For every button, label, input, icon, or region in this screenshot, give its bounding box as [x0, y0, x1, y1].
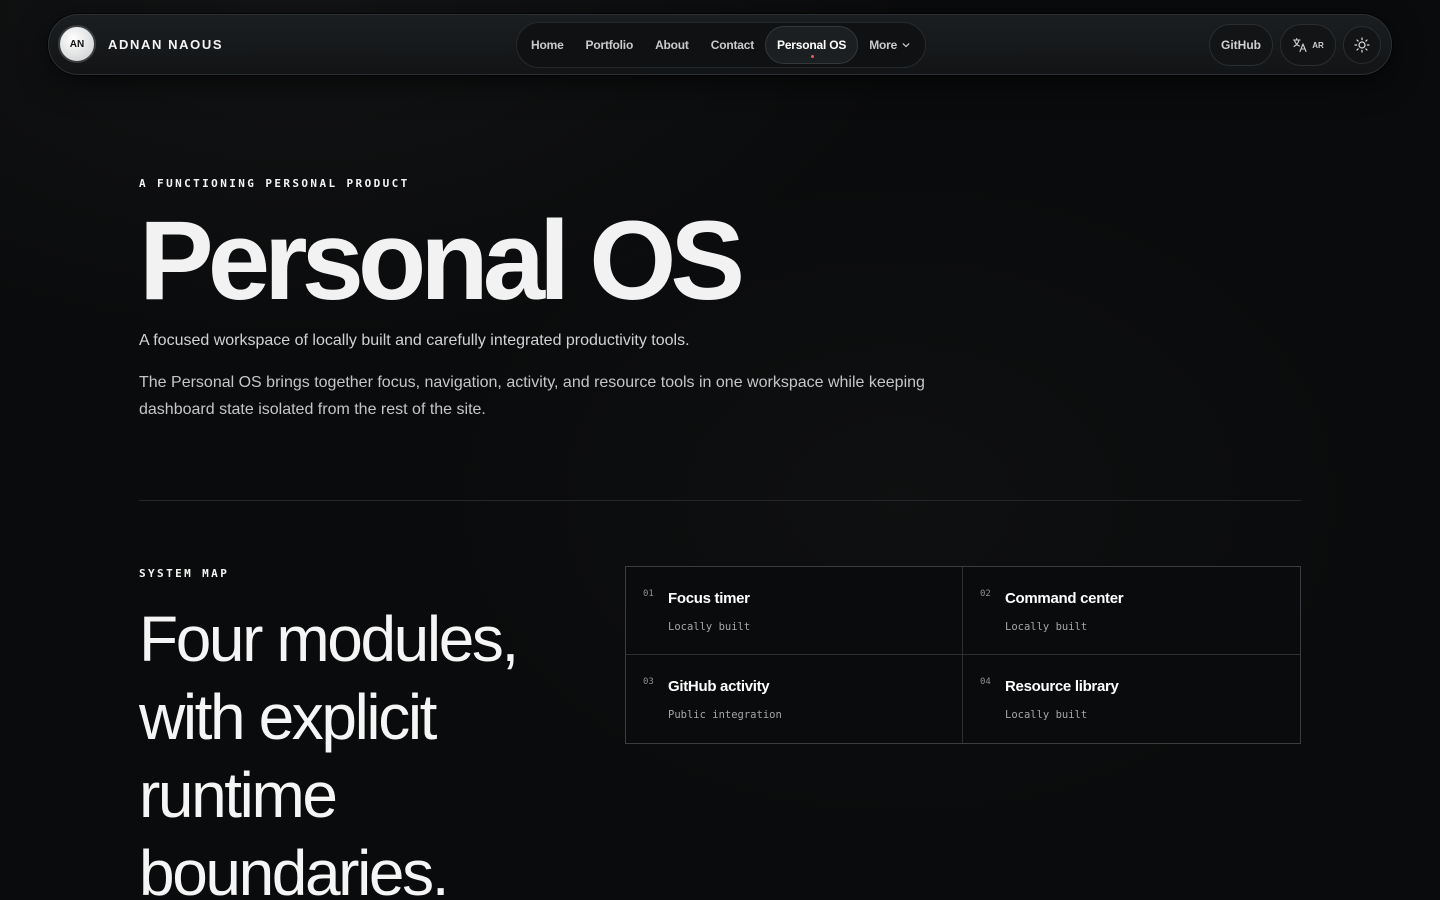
nav-about[interactable]: About: [644, 26, 700, 64]
chevron-down-icon: [902, 43, 910, 48]
section-divider: [139, 500, 1301, 501]
nav-personal-os[interactable]: Personal OS: [765, 26, 859, 64]
module-card-command-center[interactable]: 02 Command center Locally built: [963, 567, 1300, 655]
sun-icon: [1354, 37, 1370, 53]
nav-more-dropdown[interactable]: More: [858, 26, 921, 64]
module-title: Command center: [1005, 590, 1124, 607]
module-number: 02: [980, 589, 991, 599]
module-card-github-activity[interactable]: 03 GitHub activity Public integration: [626, 655, 963, 743]
system-map-eyebrow: SYSTEM MAP: [139, 567, 230, 580]
module-source: Locally built: [1005, 709, 1088, 721]
language-toggle-button[interactable]: AR: [1280, 24, 1336, 66]
top-navbar: AN ADNAN NAOUS Home Portfolio About Cont…: [48, 14, 1392, 75]
nav-more-label: More: [869, 38, 898, 52]
brand-link[interactable]: AN ADNAN NAOUS: [58, 25, 223, 63]
nav-portfolio[interactable]: Portfolio: [575, 26, 645, 64]
header-controls: GitHub AR: [1209, 24, 1381, 66]
module-number: 03: [643, 677, 654, 687]
theme-toggle-button[interactable]: [1343, 26, 1381, 64]
page-title: Personal OS: [139, 198, 745, 323]
module-number: 01: [643, 589, 654, 599]
module-source: Locally built: [668, 621, 751, 633]
hero-description: The Personal OS brings together focus, n…: [139, 374, 925, 418]
module-card-resource-library[interactable]: 04 Resource library Locally built: [963, 655, 1300, 743]
hero-eyebrow: A FUNCTIONING PERSONAL PRODUCT: [139, 177, 410, 190]
system-map-title: Four modules, with explicit runtime boun…: [139, 603, 519, 900]
github-label: GitHub: [1221, 38, 1261, 52]
module-source: Locally built: [1005, 621, 1088, 633]
github-button[interactable]: GitHub: [1209, 24, 1273, 66]
module-title: GitHub activity: [668, 678, 770, 695]
module-source: Public integration: [668, 709, 782, 721]
language-label: AR: [1312, 40, 1324, 50]
brand-name: ADNAN NAOUS: [108, 36, 224, 52]
translate-icon: [1293, 37, 1307, 53]
module-card-focus-timer[interactable]: 01 Focus timer Locally built: [626, 567, 963, 655]
nav-contact[interactable]: Contact: [700, 26, 765, 64]
module-title: Focus timer: [668, 590, 750, 607]
module-number: 04: [980, 677, 991, 687]
hero-lead: A focused workspace of locally built and…: [139, 332, 690, 349]
nav-home[interactable]: Home: [520, 26, 575, 64]
modules-grid: 01 Focus timer Locally built 02 Command …: [625, 566, 1301, 744]
main-nav: Home Portfolio About Contact Personal OS…: [516, 22, 926, 68]
module-title: Resource library: [1005, 678, 1119, 695]
avatar: AN: [58, 25, 96, 63]
